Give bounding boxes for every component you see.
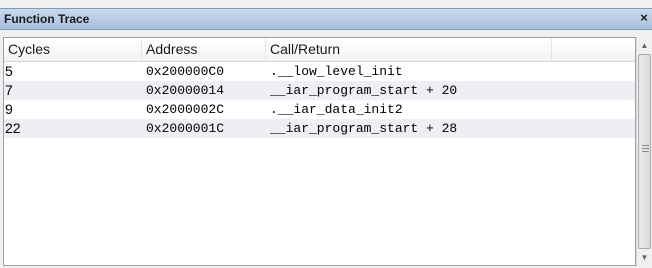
scroll-grip-icon bbox=[642, 145, 649, 152]
cell-address: 0x2000002C bbox=[146, 102, 225, 117]
column-header-call-return[interactable]: Call/Return bbox=[266, 38, 552, 61]
cell-address: 0x200000C0 bbox=[146, 64, 225, 79]
table-row[interactable]: 7 0x20000014 __iar_program_start + 20 bbox=[4, 81, 635, 100]
panel-title: Function Trace bbox=[4, 12, 90, 26]
panel-titlebar: Function Trace × bbox=[0, 8, 652, 30]
cell-call-return: __iar_program_start + 28 bbox=[270, 121, 458, 136]
cell-cycles: 7 bbox=[5, 82, 13, 98]
list-header: Cycles Address Call/Return bbox=[4, 38, 635, 62]
trace-rows: 5 0x200000C0 .__low_level_init 7 0x20000… bbox=[4, 62, 635, 138]
scroll-down-arrow-icon[interactable]: ▼ bbox=[637, 249, 652, 266]
cell-address: 0x2000001C bbox=[146, 121, 225, 136]
column-header-empty bbox=[552, 38, 635, 61]
scroll-up-arrow-icon[interactable]: ▲ bbox=[637, 37, 652, 54]
function-trace-panel: Function Trace × Cycles Address Call/Ret… bbox=[0, 0, 652, 268]
trace-list[interactable]: Cycles Address Call/Return 5 0x200000C0 … bbox=[3, 37, 636, 266]
vertical-scrollbar[interactable]: ▲ ▼ bbox=[636, 37, 652, 266]
table-row[interactable]: 5 0x200000C0 .__low_level_init bbox=[4, 62, 635, 81]
cell-call-return: .__low_level_init bbox=[270, 64, 403, 79]
column-header-address[interactable]: Address bbox=[142, 38, 266, 61]
scroll-thumb[interactable] bbox=[638, 54, 651, 249]
cell-call-return: .__iar_data_init2 bbox=[270, 102, 403, 117]
table-row[interactable]: 22 0x2000001C __iar_program_start + 28 bbox=[4, 119, 635, 138]
table-row[interactable]: 9 0x2000002C .__iar_data_init2 bbox=[4, 100, 635, 119]
column-header-cycles[interactable]: Cycles bbox=[4, 38, 142, 61]
cell-cycles: 22 bbox=[5, 120, 21, 136]
cell-address: 0x20000014 bbox=[146, 83, 225, 98]
cell-cycles: 9 bbox=[5, 101, 13, 117]
cell-cycles: 5 bbox=[5, 63, 13, 79]
cell-call-return: __iar_program_start + 20 bbox=[270, 83, 458, 98]
close-icon[interactable]: × bbox=[637, 10, 651, 26]
